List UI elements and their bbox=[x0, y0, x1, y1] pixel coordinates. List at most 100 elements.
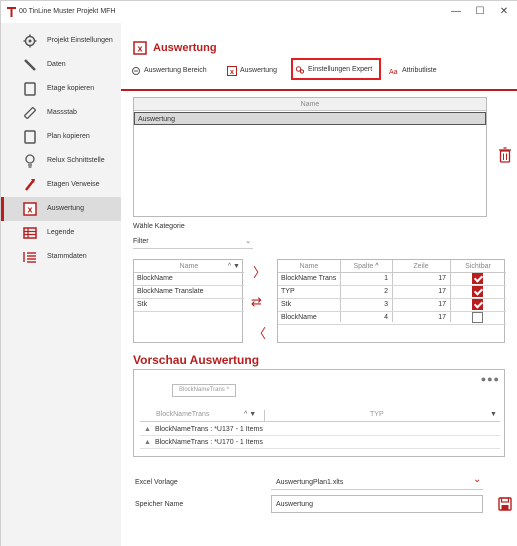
column-header-name[interactable]: Name bbox=[278, 261, 340, 272]
auswertung-name-grid: Name Auswertung bbox=[133, 97, 487, 217]
sidebar-item-label: Legende bbox=[47, 229, 75, 236]
sidebar-item-label: Massstab bbox=[47, 109, 77, 116]
sidebar-item-massstab[interactable]: Massstab bbox=[1, 101, 121, 125]
cell-zeile[interactable]: 17 bbox=[392, 299, 446, 311]
sidebar: Projekt Einstellungen Daten Etage kopier… bbox=[1, 23, 121, 546]
sichtbar-checkbox[interactable] bbox=[472, 312, 483, 323]
maximize-button[interactable]: ☐ bbox=[469, 4, 491, 20]
cell-spalte[interactable]: 4 bbox=[340, 312, 388, 324]
preview-panel: ●●● BlockNameTrans ^ BlockNameTrans ^ ▼ … bbox=[133, 369, 505, 457]
cell-zeile[interactable]: 17 bbox=[392, 312, 446, 324]
divider bbox=[450, 260, 451, 322]
copy-icon bbox=[24, 130, 36, 144]
cell-spalte[interactable]: 1 bbox=[340, 273, 388, 285]
attribute-icon: Aa bbox=[389, 69, 398, 76]
main-panel: x Auswertung Auswertung Bereich x Auswer… bbox=[121, 23, 517, 546]
excel-vorlage-select[interactable]: AuswertungPlan1.xlts bbox=[276, 479, 343, 486]
tab-auswertung-bereich[interactable]: Auswertung Bereich bbox=[129, 61, 221, 81]
page-title: Auswertung bbox=[153, 42, 217, 54]
list-header: Name ^ ▼ bbox=[179, 261, 240, 272]
active-indicator bbox=[1, 197, 4, 221]
sidebar-item-projekt-einstellungen[interactable]: Projekt Einstellungen bbox=[1, 29, 121, 53]
expand-icon[interactable]: ▲ bbox=[140, 426, 155, 433]
sidebar-item-label: Etagen Verweise bbox=[47, 181, 100, 188]
column-header-typ[interactable]: TYP bbox=[370, 411, 384, 418]
cell-zeile[interactable]: 17 bbox=[392, 286, 446, 298]
list-item[interactable]: BlockName Translate bbox=[137, 286, 241, 298]
ruler-icon bbox=[24, 107, 36, 119]
sidebar-item-legende[interactable]: Legende bbox=[1, 221, 121, 245]
chevron-down-icon: ⌄ bbox=[245, 238, 251, 245]
save-icon[interactable] bbox=[498, 497, 512, 511]
table-icon bbox=[23, 227, 37, 239]
category-filter-dropdown[interactable]: Filter ⌄ bbox=[133, 235, 253, 249]
sidebar-item-relux-schnittstelle[interactable]: Relux Schnittstelle bbox=[1, 149, 121, 173]
swap-button[interactable]: ⇄ bbox=[251, 295, 262, 308]
arrow-icon bbox=[25, 179, 35, 191]
excel-icon: x bbox=[23, 202, 37, 216]
sidebar-item-auswertung[interactable]: x Auswertung bbox=[1, 197, 121, 221]
table-row[interactable]: Auswertung bbox=[134, 112, 486, 125]
close-button[interactable]: ✕ bbox=[493, 4, 515, 20]
sichtbar-checkbox[interactable] bbox=[472, 299, 483, 310]
cell-spalte[interactable]: 2 bbox=[340, 286, 388, 298]
available-list: Name ^ ▼ BlockName BlockName Translate S… bbox=[133, 259, 244, 343]
area-icon bbox=[132, 67, 140, 75]
sichtbar-checkbox[interactable] bbox=[472, 286, 483, 297]
excel-icon: x bbox=[227, 66, 237, 76]
sidebar-item-label: Auswertung bbox=[47, 205, 84, 212]
cell-spalte[interactable]: 3 bbox=[340, 299, 388, 311]
preview-header: BlockNameTrans ^ ▼ TYP ▼ bbox=[140, 410, 500, 422]
svg-text:x: x bbox=[230, 69, 234, 76]
expand-icon[interactable]: ▲ bbox=[140, 439, 155, 446]
sidebar-item-label: Daten bbox=[47, 61, 66, 68]
sort-asc-icon: ^ bbox=[375, 263, 379, 270]
window-title: 00 TinLine Muster Projekt MFH bbox=[19, 8, 116, 15]
filter-icon[interactable]: ▼ bbox=[490, 411, 497, 418]
sort-filter-icon[interactable]: ^ ▼ bbox=[244, 411, 256, 418]
group-row[interactable]: ▲ BlockNameTrans : *U170 - 1 Items bbox=[140, 437, 500, 449]
selected-columns-table: Name Spalte ^ Zeile Sichtbar BlockName T… bbox=[277, 259, 506, 343]
sidebar-item-etagen-verweise[interactable]: Etagen Verweise bbox=[1, 173, 121, 197]
sidebar-item-daten[interactable]: Daten bbox=[1, 53, 121, 77]
cell-name: BlockName Trans bbox=[281, 275, 337, 282]
move-right-button[interactable]: 〉 bbox=[253, 266, 266, 279]
list-item[interactable]: BlockName bbox=[137, 273, 241, 285]
sidebar-item-stammdaten[interactable]: Stammdaten bbox=[1, 245, 121, 269]
title-bar: 00 TinLine Muster Projekt MFH — ☐ ✕ bbox=[1, 1, 517, 23]
gear-icon bbox=[23, 34, 37, 48]
sidebar-item-label: Etage kopieren bbox=[47, 85, 95, 92]
svg-text:x: x bbox=[137, 44, 142, 54]
sort-filter-icon[interactable]: ^ ▼ bbox=[228, 261, 240, 272]
tab-einstellungen-expert[interactable]: Einstellungen Expert bbox=[291, 58, 381, 80]
speicher-name-input[interactable] bbox=[271, 495, 483, 513]
list-item[interactable]: Stk bbox=[137, 299, 241, 311]
excel-icon: x bbox=[133, 41, 147, 55]
divider bbox=[134, 311, 244, 312]
move-left-button[interactable]: 〈 bbox=[253, 327, 266, 340]
divider bbox=[271, 489, 483, 490]
app-logo-icon bbox=[7, 7, 16, 17]
svg-text:x: x bbox=[27, 205, 32, 215]
pencil-icon bbox=[24, 59, 36, 71]
group-chip[interactable]: BlockNameTrans ^ bbox=[172, 384, 236, 397]
sidebar-item-plan-kopieren[interactable]: Plan kopieren bbox=[1, 125, 121, 149]
column-header-spalte[interactable]: Spalte ^ bbox=[340, 261, 392, 272]
tab-attributliste[interactable]: Aa Attributliste bbox=[387, 61, 457, 81]
tab-auswertung[interactable]: x Auswertung bbox=[225, 61, 287, 81]
chevron-down-icon[interactable]: ⌄ bbox=[473, 474, 481, 485]
group-row[interactable]: ▲ BlockNameTrans : *U137 - 1 Items bbox=[140, 424, 500, 436]
more-options-icon[interactable]: ●●● bbox=[481, 374, 500, 384]
column-header-sichtbar[interactable]: Sichtbar bbox=[450, 261, 506, 272]
column-header-blocknametrans[interactable]: BlockNameTrans bbox=[156, 411, 209, 418]
excel-vorlage-label: Excel Vorlage bbox=[135, 479, 178, 486]
sidebar-item-etage-kopieren[interactable]: Etage kopieren bbox=[1, 77, 121, 101]
column-header-zeile[interactable]: Zeile bbox=[392, 261, 450, 272]
sichtbar-checkbox[interactable] bbox=[472, 273, 483, 284]
trash-icon[interactable] bbox=[498, 147, 512, 163]
sidebar-item-label: Relux Schnittstelle bbox=[47, 157, 105, 164]
svg-text:Aa: Aa bbox=[389, 69, 398, 76]
category-label: Wähle Kategorie bbox=[133, 223, 185, 230]
cell-zeile[interactable]: 17 bbox=[392, 273, 446, 285]
minimize-button[interactable]: — bbox=[445, 4, 467, 20]
